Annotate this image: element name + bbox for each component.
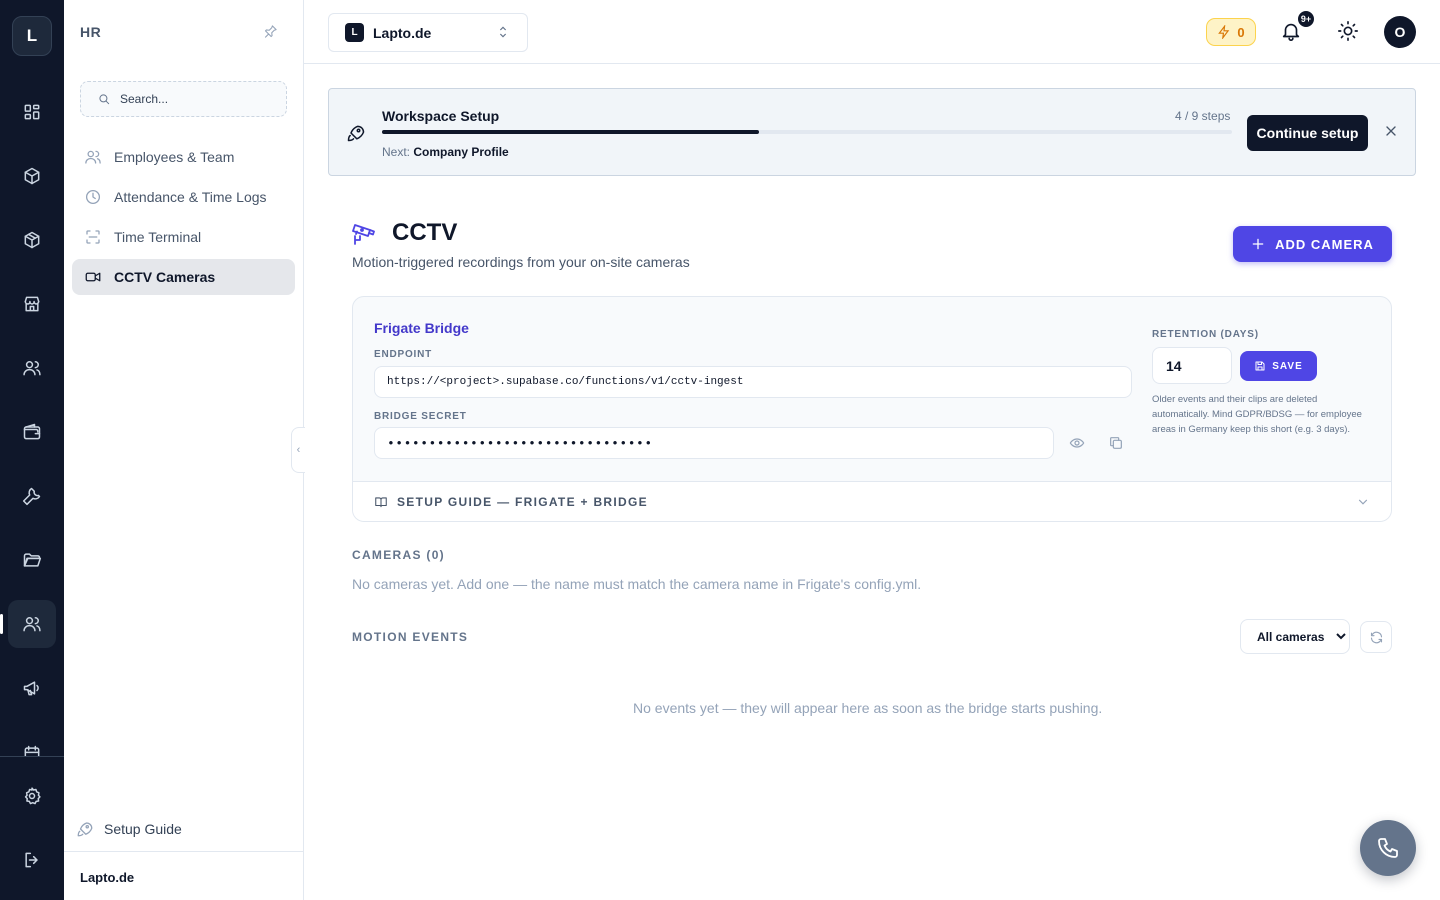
setup-guide-link[interactable]: Setup Guide bbox=[76, 820, 182, 838]
setup-progress-bar bbox=[382, 130, 1232, 134]
sidebar-item-label: Attendance & Time Logs bbox=[114, 189, 267, 205]
logout-icon[interactable] bbox=[8, 836, 56, 884]
wrench-icon[interactable] bbox=[8, 472, 56, 520]
workspace-switcher[interactable]: L Lapto.de bbox=[328, 13, 528, 52]
setup-next-value: Company Profile bbox=[413, 145, 509, 159]
settings-icon[interactable] bbox=[8, 772, 56, 820]
retention-label: RETENTION (DAYS) bbox=[1152, 329, 1259, 340]
cameras-heading: CAMERAS (0) bbox=[352, 548, 445, 562]
refresh-icon bbox=[1370, 631, 1382, 643]
sidebar-title: HR bbox=[80, 24, 102, 40]
sidebar-item-label: Employees & Team bbox=[114, 149, 235, 165]
page-subtitle: Motion-triggered recordings from your on… bbox=[352, 254, 690, 270]
credits-count: 0 bbox=[1237, 24, 1245, 40]
cameras-empty-message: No cameras yet. Add one — the name must … bbox=[352, 576, 922, 592]
clock-icon bbox=[85, 189, 101, 205]
video-icon bbox=[85, 272, 101, 282]
users-icon bbox=[85, 150, 101, 164]
notifications-button[interactable]: 9+ bbox=[1280, 10, 1315, 47]
save-icon bbox=[1255, 361, 1265, 371]
motion-events-heading: MOTION EVENTS bbox=[352, 630, 469, 644]
search-input[interactable] bbox=[120, 92, 270, 106]
workspace-setup-banner: Workspace Setup 4 / 9 steps Next: Compan… bbox=[328, 88, 1416, 176]
endpoint-label: ENDPOINT bbox=[374, 349, 433, 360]
box-icon[interactable] bbox=[8, 152, 56, 200]
wallet-icon[interactable] bbox=[8, 408, 56, 456]
chevron-down-icon bbox=[1356, 495, 1370, 514]
search-icon bbox=[99, 94, 110, 105]
frigate-bridge-card: Frigate Bridge ENDPOINT https://<project… bbox=[352, 296, 1392, 522]
users-icon[interactable] bbox=[8, 344, 56, 392]
sun-icon bbox=[1338, 21, 1358, 41]
chevron-up-down-icon bbox=[495, 24, 511, 43]
bridge-secret-field[interactable]: •••••••••••••••••••••••••••••••• bbox=[374, 427, 1054, 459]
store-icon[interactable] bbox=[8, 280, 56, 328]
setup-guide-label: Setup Guide bbox=[104, 821, 182, 837]
book-icon bbox=[375, 497, 387, 508]
credits-badge[interactable]: 0 bbox=[1206, 18, 1256, 46]
scan-icon bbox=[86, 230, 100, 244]
app-rail: L bbox=[0, 0, 64, 900]
save-label: SAVE bbox=[1272, 360, 1303, 372]
app-logo[interactable]: L bbox=[12, 16, 52, 56]
hr-users-icon[interactable] bbox=[0, 600, 56, 648]
package-icon[interactable] bbox=[8, 216, 56, 264]
notification-count: 9+ bbox=[1297, 10, 1315, 28]
sidebar-item-time-terminal[interactable]: Time Terminal bbox=[72, 219, 295, 255]
events-empty-message: No events yet — they will appear here as… bbox=[633, 700, 1103, 716]
top-bar: L Lapto.de 0 9+ O bbox=[304, 0, 1440, 64]
phone-icon bbox=[1378, 838, 1398, 858]
add-camera-label: ADD CAMERA bbox=[1275, 236, 1374, 252]
cctv-camera-icon bbox=[352, 220, 380, 253]
bridge-title: Frigate Bridge bbox=[374, 320, 469, 336]
sidebar-item-cctv[interactable]: CCTV Cameras bbox=[72, 259, 295, 295]
camera-filter-select[interactable]: All cameras bbox=[1240, 619, 1350, 654]
workspace-badge: L bbox=[345, 23, 364, 42]
sidebar-collapse-handle[interactable]: ‹ bbox=[291, 427, 305, 473]
sidebar-item-label: Time Terminal bbox=[114, 229, 202, 245]
eye-icon[interactable] bbox=[1069, 435, 1085, 456]
setup-progress-fill bbox=[382, 130, 760, 134]
avatar[interactable]: O bbox=[1384, 16, 1416, 48]
bridge-secret-label: BRIDGE SECRET bbox=[374, 411, 467, 422]
rail-divider bbox=[0, 756, 64, 757]
calendar-icon[interactable] bbox=[8, 728, 56, 756]
retention-note: Older events and their clips are deleted… bbox=[1152, 394, 1362, 435]
sidebar-search[interactable] bbox=[80, 81, 287, 117]
sidebar-item-attendance[interactable]: Attendance & Time Logs bbox=[72, 179, 295, 215]
call-button[interactable] bbox=[1360, 820, 1416, 876]
setup-title: Workspace Setup bbox=[382, 108, 500, 124]
close-icon[interactable] bbox=[1383, 123, 1399, 144]
sidebar: HR Employees & Team Attendance & Time Lo… bbox=[64, 0, 304, 900]
setup-guide-header: SETUP GUIDE — FRIGATE + BRIDGE bbox=[374, 495, 648, 509]
plus-icon bbox=[1252, 238, 1264, 250]
dashboard-icon[interactable] bbox=[8, 88, 56, 136]
pin-icon[interactable] bbox=[263, 24, 278, 44]
setup-guide-accordion-label: SETUP GUIDE — FRIGATE + BRIDGE bbox=[397, 495, 648, 509]
rocket-icon bbox=[346, 123, 366, 148]
setup-next: Next: Company Profile bbox=[382, 145, 509, 159]
continue-setup-button[interactable]: Continue setup bbox=[1247, 115, 1368, 151]
save-button[interactable]: SAVE bbox=[1240, 351, 1317, 381]
sidebar-nav: Employees & Team Attendance & Time Logs … bbox=[72, 139, 295, 299]
folder-icon[interactable] bbox=[8, 536, 56, 584]
endpoint-field[interactable]: https://<project>.supabase.co/functions/… bbox=[374, 366, 1132, 398]
page-title: CCTV bbox=[392, 219, 458, 246]
setup-steps: 4 / 9 steps bbox=[1175, 109, 1231, 123]
lightning-icon bbox=[1218, 25, 1230, 39]
megaphone-icon[interactable] bbox=[8, 664, 56, 712]
setup-next-label: Next: bbox=[382, 145, 411, 159]
refresh-button[interactable] bbox=[1360, 621, 1392, 653]
workspace-name: Lapto.de bbox=[373, 24, 432, 41]
sidebar-footer: Lapto.de bbox=[64, 851, 303, 900]
retention-input[interactable]: 14 bbox=[1152, 347, 1232, 384]
add-camera-button[interactable]: ADD CAMERA bbox=[1233, 226, 1392, 262]
sidebar-item-employees[interactable]: Employees & Team bbox=[72, 139, 295, 175]
sidebar-item-label: CCTV Cameras bbox=[114, 269, 216, 285]
rocket-icon bbox=[77, 822, 93, 837]
theme-toggle[interactable] bbox=[1337, 20, 1359, 47]
setup-guide-accordion[interactable]: SETUP GUIDE — FRIGATE + BRIDGE bbox=[353, 481, 1391, 521]
copy-icon[interactable] bbox=[1108, 435, 1124, 456]
